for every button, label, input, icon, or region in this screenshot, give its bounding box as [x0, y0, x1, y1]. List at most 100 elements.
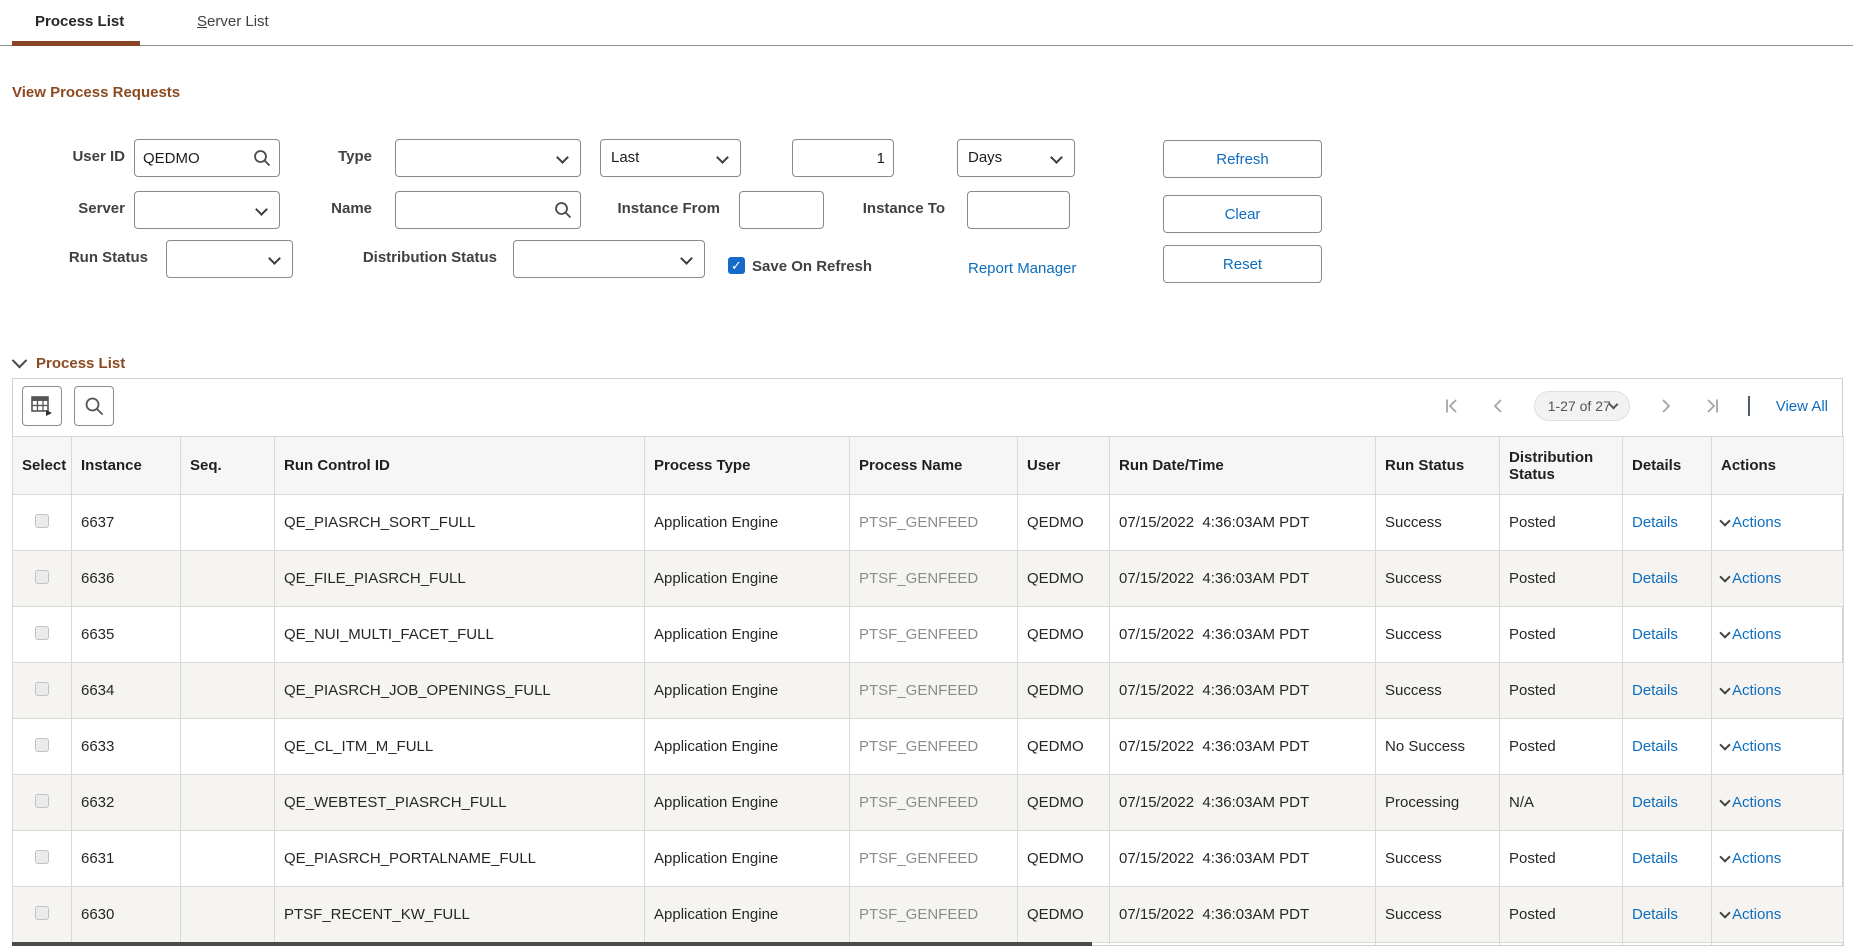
type-select[interactable] — [395, 139, 581, 177]
chevron-down-icon — [1719, 683, 1730, 694]
distribution-status-select[interactable] — [513, 240, 705, 278]
last-page-icon[interactable] — [1702, 396, 1722, 416]
last-count-input[interactable] — [792, 139, 894, 177]
run-control-id-cell: QE_PIASRCH_JOB_OPENINGS_FULL — [275, 663, 645, 719]
table-row: 6633 QE_CL_ITM_M_FULL Application Engine… — [13, 719, 1844, 775]
run-datetime-cell: 07/15/2022 4:36:03AM PDT — [1110, 831, 1376, 887]
run-datetime-cell: 07/15/2022 4:36:03AM PDT — [1110, 775, 1376, 831]
collapse-section-icon[interactable] — [12, 353, 28, 369]
seq-cell — [181, 775, 275, 831]
actions-link[interactable]: Actions — [1721, 738, 1781, 755]
last-select[interactable]: Last — [600, 139, 741, 177]
details-link[interactable]: Details — [1632, 738, 1678, 755]
process-monitor-page: Process List Server List View Process Re… — [0, 0, 1853, 946]
row-select-checkbox[interactable] — [35, 850, 49, 864]
instance-from-label: Instance From — [590, 200, 720, 217]
row-select-checkbox[interactable] — [35, 682, 49, 696]
grid-action-menu-button[interactable] — [22, 386, 62, 426]
user-cell: QEDMO — [1018, 775, 1110, 831]
seq-cell — [181, 663, 275, 719]
run-status-select[interactable] — [166, 240, 293, 278]
details-link[interactable]: Details — [1632, 850, 1678, 867]
distribution-status-cell: N/A — [1500, 775, 1623, 831]
col-header-user: User — [1018, 437, 1110, 495]
grid-search-button[interactable] — [74, 386, 114, 426]
report-manager-link[interactable]: Report Manager — [968, 260, 1076, 277]
process-type-cell: Application Engine — [645, 495, 850, 551]
process-name-cell: PTSF_GENFEED — [850, 831, 1018, 887]
run-control-id-cell: QE_PIASRCH_PORTALNAME_FULL — [275, 831, 645, 887]
run-status-cell: Success — [1376, 663, 1500, 719]
grid-pagination: 1-27 of 27 View All — [1442, 386, 1828, 426]
table-row: 6635 QE_NUI_MULTI_FACET_FULL Application… — [13, 607, 1844, 663]
instance-cell: 6632 — [72, 775, 181, 831]
clear-button[interactable]: Clear — [1163, 195, 1322, 233]
refresh-button[interactable]: Refresh — [1163, 140, 1322, 178]
process-list-grid: 1-27 of 27 View All Select Instance — [12, 378, 1843, 946]
actions-link[interactable]: Actions — [1721, 626, 1781, 643]
row-select-checkbox[interactable] — [35, 794, 49, 808]
search-icon[interactable] — [553, 200, 573, 220]
run-datetime-cell: 07/15/2022 4:36:03AM PDT — [1110, 607, 1376, 663]
actions-link[interactable]: Actions — [1721, 514, 1781, 531]
table-row: 6637 QE_PIASRCH_SORT_FULL Application En… — [13, 495, 1844, 551]
tab-process-list[interactable]: Process List — [35, 13, 124, 30]
chevron-down-icon — [1719, 851, 1730, 862]
process-name-cell: PTSF_GENFEED — [850, 887, 1018, 943]
col-header-run-datetime: Run Date/Time — [1110, 437, 1376, 495]
details-link[interactable]: Details — [1632, 626, 1678, 643]
tab-server-list[interactable]: Server List — [197, 13, 269, 30]
save-on-refresh-checkbox[interactable]: ✓ — [728, 257, 745, 274]
table-row: 6631 QE_PIASRCH_PORTALNAME_FULL Applicat… — [13, 831, 1844, 887]
seq-cell — [181, 551, 275, 607]
details-link[interactable]: Details — [1632, 570, 1678, 587]
actions-link[interactable]: Actions — [1721, 850, 1781, 867]
process-list-section-header: Process List — [14, 355, 125, 372]
actions-link[interactable]: Actions — [1721, 682, 1781, 699]
row-select-checkbox[interactable] — [35, 906, 49, 920]
row-select-checkbox[interactable] — [35, 570, 49, 584]
user-cell: QEDMO — [1018, 719, 1110, 775]
table-row: 6632 QE_WEBTEST_PIASRCH_FULL Application… — [13, 775, 1844, 831]
col-header-run-status: Run Status — [1376, 437, 1500, 495]
previous-page-icon[interactable] — [1488, 396, 1508, 416]
days-select-value: Days — [968, 149, 1002, 166]
distribution-status-cell: Posted — [1500, 551, 1623, 607]
actions-link[interactable]: Actions — [1721, 794, 1781, 811]
user-cell: QEDMO — [1018, 663, 1110, 719]
days-select[interactable]: Days — [957, 139, 1075, 177]
search-icon[interactable] — [252, 148, 272, 168]
distribution-status-cell: Posted — [1500, 887, 1623, 943]
row-select-checkbox[interactable] — [35, 738, 49, 752]
chevron-down-icon — [680, 252, 693, 265]
details-link[interactable]: Details — [1632, 794, 1678, 811]
details-link[interactable]: Details — [1632, 514, 1678, 531]
row-select-checkbox[interactable] — [35, 626, 49, 640]
reset-button[interactable]: Reset — [1163, 245, 1322, 283]
save-on-refresh-label: Save On Refresh — [752, 258, 872, 275]
run-control-id-cell: QE_PIASRCH_SORT_FULL — [275, 495, 645, 551]
instance-cell: 6631 — [72, 831, 181, 887]
instance-to-input[interactable] — [967, 191, 1070, 229]
page-range-select[interactable]: 1-27 of 27 — [1534, 391, 1630, 421]
tab-bar: Process List Server List — [0, 0, 1853, 46]
distribution-status-cell: Posted — [1500, 719, 1623, 775]
row-select-checkbox[interactable] — [35, 514, 49, 528]
name-field-wrap — [395, 191, 581, 229]
instance-cell: 6636 — [72, 551, 181, 607]
details-link[interactable]: Details — [1632, 682, 1678, 699]
col-header-process-name: Process Name — [850, 437, 1018, 495]
user-cell: QEDMO — [1018, 495, 1110, 551]
col-header-instance: Instance — [72, 437, 181, 495]
actions-link[interactable]: Actions — [1721, 906, 1781, 923]
server-select[interactable] — [134, 191, 280, 229]
distribution-status-label: Distribution Status — [337, 249, 497, 266]
actions-link[interactable]: Actions — [1721, 570, 1781, 587]
details-link[interactable]: Details — [1632, 906, 1678, 923]
instance-from-input[interactable] — [739, 191, 824, 229]
next-page-icon[interactable] — [1656, 396, 1676, 416]
instance-cell: 6637 — [72, 495, 181, 551]
first-page-icon[interactable] — [1442, 396, 1462, 416]
view-all-link[interactable]: View All — [1776, 398, 1828, 415]
cropped-bottom-artifact — [12, 942, 1092, 946]
